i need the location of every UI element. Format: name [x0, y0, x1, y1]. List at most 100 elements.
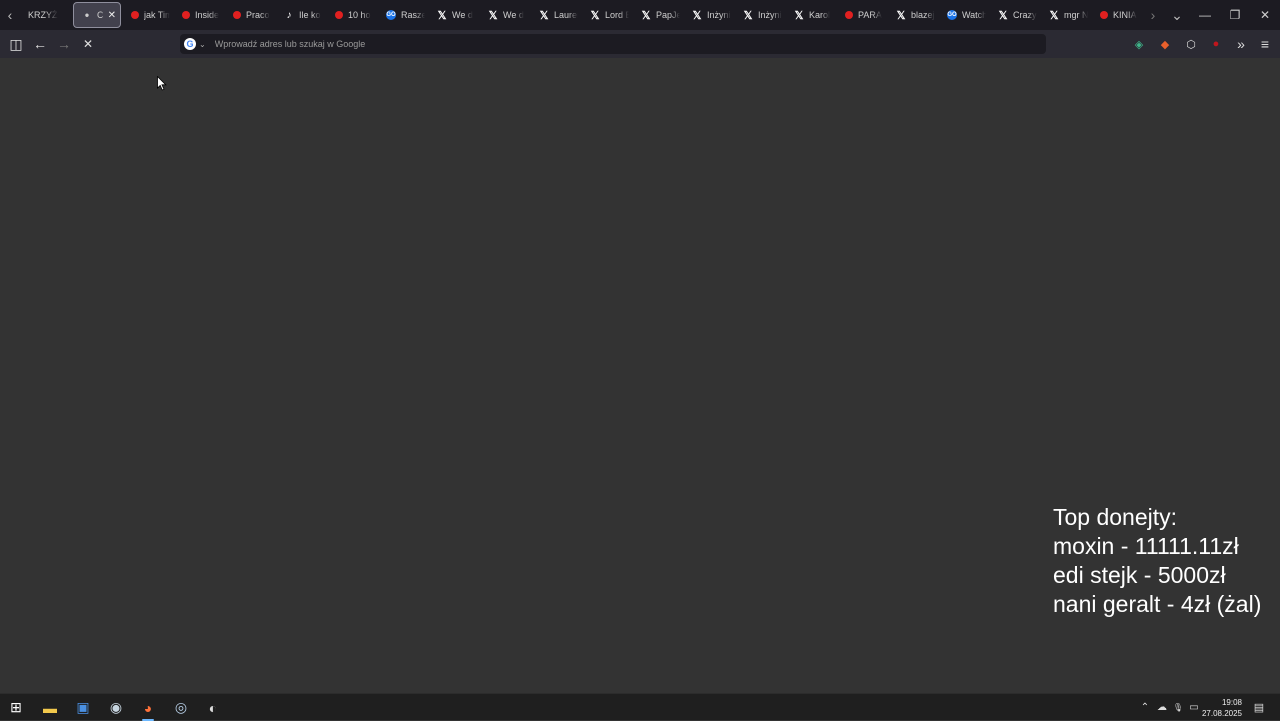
tab-title: KRZYŻ: [28, 10, 58, 20]
tab[interactable]: 10 ho: [327, 2, 378, 28]
tab-title: Raszer: [401, 10, 425, 20]
tab-scroll-left-button[interactable]: ‹: [0, 0, 20, 30]
tab[interactable]: jak Tim: [123, 2, 174, 28]
tab-title: Lord E: [605, 10, 629, 20]
tab-list: KRZYŻ • Czy ✕ jak Tim Inside Praco ♪ Ile ko 10 ho…: [20, 0, 1143, 30]
tab-loading-dot-icon: •: [84, 8, 90, 22]
tab[interactable]: 𝕏 Laurer: [531, 2, 582, 28]
stop-loading-button[interactable]: ✕: [76, 30, 100, 58]
youtube-icon: [1100, 11, 1108, 19]
tab[interactable]: ♪ Ile ko: [276, 2, 327, 28]
file-explorer-icon[interactable]: ▬: [34, 694, 66, 721]
shield-extension-icon[interactable]: ◈: [1128, 30, 1150, 58]
tab-active[interactable]: • Czy ✕: [73, 2, 121, 28]
tab-title: jak Tim: [144, 10, 170, 20]
back-button[interactable]: ←: [28, 30, 52, 58]
tab[interactable]: Inside: [174, 2, 225, 28]
onedrive-cloud-icon[interactable]: ☁: [1154, 694, 1170, 721]
sidebar-icon: ◫: [9, 35, 23, 52]
tab-title: KINIA: [1113, 10, 1137, 20]
tab[interactable]: 𝕏mgr N: [1041, 2, 1092, 28]
tab[interactable]: 𝕏 Karol: [786, 2, 837, 28]
stop-icon: ✕: [82, 37, 94, 51]
clock-date: 27.08.2025: [1201, 709, 1242, 718]
tab-title: 10 ho: [348, 10, 371, 20]
sidebar-toggle-button[interactable]: ◫: [4, 30, 28, 58]
tab-title: Inżyni: [758, 10, 782, 20]
tab[interactable]: Praco: [225, 2, 276, 28]
clock[interactable]: 19:08 27.08.2025: [1202, 697, 1242, 719]
youtube-icon: [845, 11, 853, 19]
tab-title: Czy: [97, 10, 104, 20]
tab[interactable]: KINIA: [1092, 2, 1143, 28]
x-icon: 𝕏: [743, 9, 753, 22]
forward-arrow-icon: →: [57, 36, 71, 52]
tab[interactable]: 𝕏 Inżyni: [684, 2, 735, 28]
fox-extension-icon[interactable]: ◆: [1154, 30, 1176, 58]
youtube-icon: [335, 11, 343, 19]
tab-title: mgr N: [1064, 10, 1088, 20]
x-icon: 𝕏: [998, 9, 1008, 22]
tab[interactable]: 𝕏 PapJe: [633, 2, 684, 28]
x-icon: 𝕏: [437, 9, 447, 22]
tab-title: Praco: [246, 10, 270, 20]
tab[interactable]: KRZYŻ: [20, 2, 71, 28]
tab-title: PARA: [858, 10, 882, 20]
tab[interactable]: GO Raszer: [378, 2, 429, 28]
youtube-icon: [131, 11, 139, 19]
donations-overlay: Top donejty: moxin - 11111.11zł edi stej…: [1053, 503, 1280, 619]
address-input[interactable]: [214, 39, 915, 49]
ublock-icon[interactable]: ●: [1205, 30, 1227, 58]
remote-desktop-icon[interactable]: ▣: [67, 694, 99, 721]
notifications-icon[interactable]: ▤: [1250, 694, 1268, 721]
gemini-icon: GO: [386, 10, 396, 20]
close-window-button[interactable]: ✕: [1250, 0, 1280, 30]
tab-title: Inside: [195, 10, 220, 20]
x-icon: 𝕏: [539, 9, 549, 22]
app-menu-button[interactable]: ≡: [1254, 30, 1276, 58]
minimize-button[interactable]: —: [1190, 0, 1220, 30]
tab-close-icon[interactable]: ✕: [108, 10, 116, 21]
toolbar-overflow-button[interactable]: »: [1230, 30, 1252, 58]
network-icon[interactable]: ▭: [1186, 694, 1202, 721]
tab[interactable]: 𝕏blazej: [888, 2, 939, 28]
google-search-engine-icon[interactable]: G: [184, 38, 196, 50]
x-icon: 𝕏: [692, 9, 702, 22]
steam-icon[interactable]: ◉: [100, 694, 132, 721]
forward-button[interactable]: →: [52, 30, 76, 58]
tab-title: We d: [503, 10, 524, 20]
app-icon[interactable]: ◐: [197, 694, 229, 721]
tray-overflow-chevron-icon[interactable]: ⌃: [1138, 694, 1152, 721]
x-icon: 𝕏: [590, 9, 600, 22]
tab[interactable]: GO Watch: [939, 2, 990, 28]
tab[interactable]: 𝕏 We d: [429, 2, 480, 28]
tab[interactable]: 𝕏 We d: [480, 2, 531, 28]
tab[interactable]: 𝕏 Inżyni: [735, 2, 786, 28]
tab-title: Laurer: [554, 10, 578, 20]
x-icon: 𝕏: [488, 9, 498, 22]
list-all-tabs-button[interactable]: ⌄: [1167, 0, 1187, 30]
puzzle-extensions-icon[interactable]: ⬡: [1180, 30, 1202, 58]
browser-app-icon[interactable]: ◎: [165, 694, 197, 721]
mouse-cursor-icon: [157, 76, 167, 91]
x-icon: 𝕏: [794, 9, 804, 22]
restore-button[interactable]: ❐: [1220, 0, 1250, 30]
tab[interactable]: PARA: [837, 2, 888, 28]
firefox-icon[interactable]: ◕: [132, 694, 164, 721]
x-icon: 𝕏: [1049, 9, 1059, 22]
clock-time: 19:08: [1221, 698, 1242, 707]
url-bar[interactable]: G ⌄: [180, 34, 1046, 54]
chevron-down-icon[interactable]: ⌄: [199, 40, 206, 49]
tab-title: Watch: [962, 10, 986, 20]
gemini-icon: GO: [947, 10, 957, 20]
microphone-icon[interactable]: 🎙: [1170, 694, 1186, 721]
tiktok-icon: ♪: [286, 9, 292, 21]
tab-title: PapJe: [656, 10, 680, 20]
tab[interactable]: 𝕏 Crazy: [990, 2, 1041, 28]
youtube-icon: [233, 11, 241, 19]
tab-scroll-right-button[interactable]: ›: [1143, 0, 1163, 30]
tab[interactable]: 𝕏 Lord E: [582, 2, 633, 28]
windows-start-icon[interactable]: ⊞: [0, 694, 32, 721]
donation-line: edi stejk - 5000zł: [1053, 562, 1226, 588]
tab-title: blazej: [911, 10, 935, 20]
